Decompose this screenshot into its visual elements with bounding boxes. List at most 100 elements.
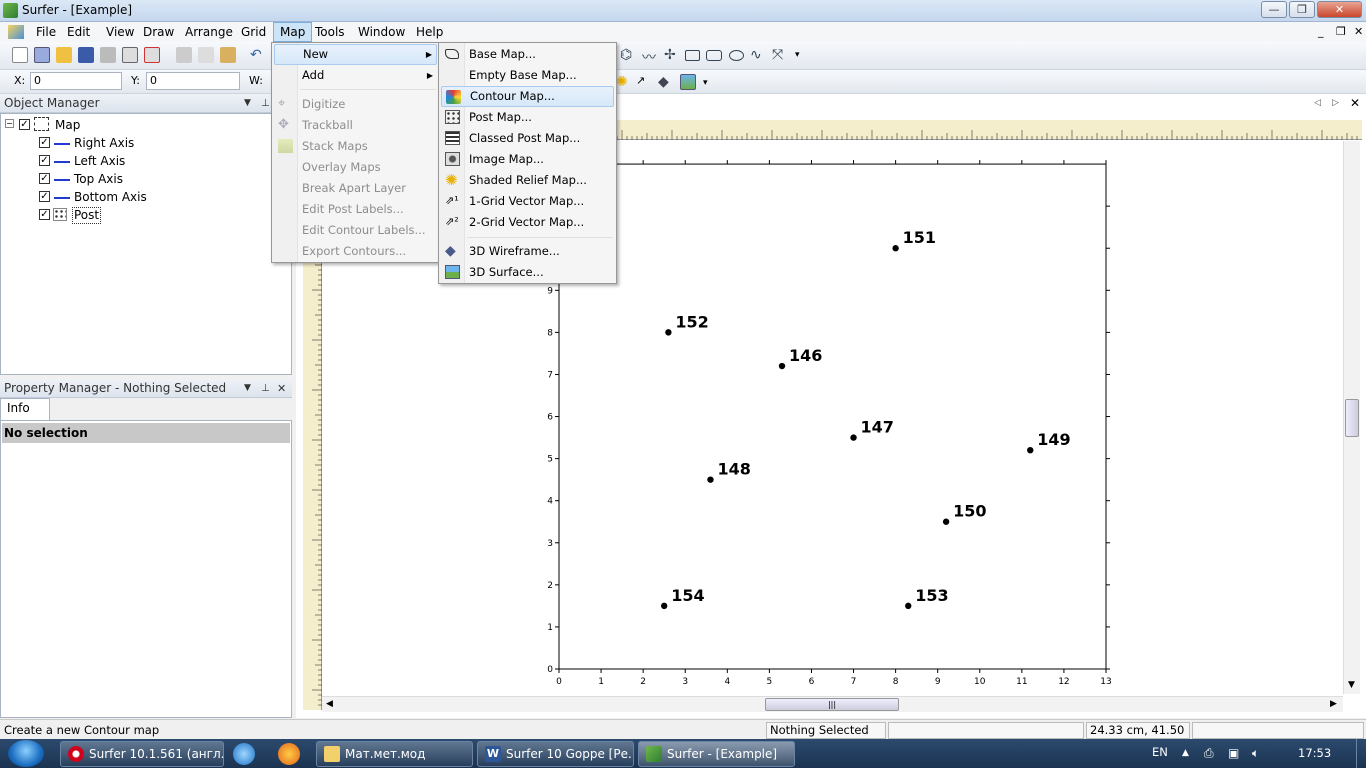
toolbar2-overflow-icon[interactable]: ▾	[703, 78, 708, 88]
menu-help[interactable]: Help	[410, 22, 449, 42]
menu-file[interactable]: File	[30, 22, 62, 42]
network-icon[interactable]: ▣	[1228, 746, 1239, 760]
tab-info[interactable]: Info	[0, 398, 50, 420]
mdi-close-button[interactable]: ✕	[1354, 25, 1363, 38]
tab-scroll-left-icon[interactable]: ◁	[1314, 98, 1321, 108]
checkbox-post[interactable]: ✓	[39, 209, 50, 220]
volume-icon[interactable]: 🔈︎	[1252, 746, 1259, 761]
close-button[interactable]: ✕	[1317, 1, 1362, 18]
taskbar-button-word[interactable]: W Surfer 10 Goppe [Ре...	[477, 741, 634, 767]
doc-icon[interactable]	[8, 25, 24, 39]
cut-icon[interactable]	[176, 47, 192, 63]
menu-item-overlay-maps[interactable]: Overlay Maps	[274, 157, 437, 178]
y-field[interactable]: 0	[146, 72, 240, 90]
checkbox-left-axis[interactable]: ✓	[39, 155, 50, 166]
menu-item-empty-base-map[interactable]: Empty Base Map...	[441, 65, 614, 86]
taskbar-button-opera[interactable]: Surfer 10.1.561 (англ...	[60, 741, 224, 767]
tree-node-top-axis[interactable]: ✓ Top Axis	[37, 170, 237, 188]
save-icon[interactable]	[78, 47, 94, 63]
tree-node-left-axis[interactable]: ✓ Left Axis	[37, 152, 237, 170]
show-hidden-icons-icon[interactable]: ▲	[1182, 748, 1189, 758]
polygon-icon[interactable]: ⌬	[620, 47, 636, 63]
menu-tools[interactable]: Tools	[309, 22, 351, 42]
show-desktop-button[interactable]	[1356, 739, 1366, 768]
tab-scroll-right-icon[interactable]: ▷	[1332, 98, 1339, 108]
surface-toolbar-icon[interactable]	[680, 74, 696, 90]
taskbar-button-surfer[interactable]: Surfer - [Example]	[638, 741, 795, 767]
ellipse-icon[interactable]	[729, 50, 744, 61]
rectangle-icon[interactable]	[685, 50, 700, 61]
menu-item-break-apart-layer[interactable]: Break Apart Layer	[274, 178, 437, 199]
menu-item-image-map[interactable]: Image Map...	[441, 149, 614, 170]
new-icon[interactable]	[12, 47, 28, 63]
firefox-icon[interactable]	[278, 743, 300, 765]
start-button[interactable]	[8, 740, 44, 767]
x-field[interactable]: 0	[30, 72, 122, 90]
menu-edit[interactable]: Edit	[61, 22, 96, 42]
menu-item-trackball[interactable]: ✥ Trackball	[274, 115, 437, 136]
menu-item-1-grid-vector-map[interactable]: ⇗¹ 1-Grid Vector Map...	[441, 191, 614, 212]
pin-icon[interactable]: ⊥	[261, 379, 270, 398]
open-icon[interactable]	[56, 47, 72, 63]
symbol-icon[interactable]: ✢	[664, 47, 680, 63]
tree-node-post[interactable]: ✓ Post	[37, 206, 237, 224]
scroll-right-icon[interactable]: ▶	[1330, 699, 1337, 709]
pin-icon[interactable]: ⊥	[261, 94, 270, 113]
menu-draw[interactable]: Draw	[137, 22, 180, 42]
copy-icon[interactable]	[198, 47, 214, 63]
menu-item-3d-wireframe[interactable]: ◆ 3D Wireframe...	[441, 241, 614, 262]
menu-item-stack-maps[interactable]: Stack Maps	[274, 136, 437, 157]
panel-close-icon[interactable]: ✕	[277, 379, 286, 398]
vertical-scroll-thumb[interactable]	[1345, 399, 1359, 437]
menu-window[interactable]: Window	[352, 22, 411, 42]
language-indicator[interactable]: EN	[1152, 745, 1168, 759]
tree-node-right-axis[interactable]: ✓ Right Axis	[37, 134, 237, 152]
toolbar-overflow-icon[interactable]: ▾	[795, 50, 800, 60]
undo-icon[interactable]: ↶	[250, 47, 266, 63]
mdi-restore-button[interactable]: ❐	[1336, 25, 1346, 38]
vertical-scrollbar[interactable]: ▼	[1343, 141, 1360, 694]
import-icon[interactable]	[122, 47, 138, 63]
scroll-down-icon[interactable]: ▼	[1348, 680, 1355, 690]
spline-icon[interactable]: ∿	[750, 47, 766, 63]
menu-map[interactable]: Map	[273, 22, 313, 42]
tree-node-bottom-axis[interactable]: ✓ Bottom Axis	[37, 188, 237, 206]
checkbox-map[interactable]: ✓	[19, 119, 30, 130]
maximize-button[interactable]: ❐	[1289, 1, 1315, 18]
menu-item-3d-surface[interactable]: 3D Surface...	[441, 262, 614, 283]
checkbox-top-axis[interactable]: ✓	[39, 173, 50, 184]
panel-menu-icon[interactable]: ▼	[244, 379, 251, 398]
taskbar-button-folder[interactable]: Мат.мет.мод	[316, 741, 473, 767]
panel-menu-icon[interactable]: ▼	[244, 94, 251, 113]
menu-item-export-contours[interactable]: Export Contours...	[274, 241, 437, 262]
mdi-minimize-button[interactable]: _	[1318, 25, 1324, 38]
reshape-icon[interactable]: ⤧	[772, 47, 788, 63]
menu-item-digitize[interactable]: ⌖ Digitize	[274, 94, 437, 115]
menu-item-new[interactable]: New ▶	[274, 44, 437, 65]
document-close-icon[interactable]: ✕	[1350, 96, 1360, 110]
rounded-rectangle-icon[interactable]	[706, 50, 722, 61]
shaded-relief-toolbar-icon[interactable]: ✺	[616, 74, 632, 90]
menu-item-contour-map[interactable]: Contour Map...	[441, 86, 614, 107]
menu-item-add[interactable]: Add ▶	[274, 65, 437, 86]
menu-item-2-grid-vector-map[interactable]: ⇗² 2-Grid Vector Map...	[441, 212, 614, 233]
clock[interactable]: 17:53	[1298, 746, 1331, 760]
internet-explorer-icon[interactable]	[233, 743, 255, 765]
vector-toolbar-icon[interactable]: ↗	[636, 74, 652, 90]
menu-item-post-map[interactable]: Post Map...	[441, 107, 614, 128]
checkbox-right-axis[interactable]: ✓	[39, 137, 50, 148]
paste-icon[interactable]	[220, 47, 236, 63]
minimize-button[interactable]: —	[1261, 1, 1287, 18]
device-icon[interactable]: ⎙	[1204, 746, 1214, 761]
wireframe-toolbar-icon[interactable]: ◆	[658, 74, 674, 90]
print-icon[interactable]	[100, 47, 116, 63]
new-worksheet-icon[interactable]	[34, 47, 50, 63]
checkbox-bottom-axis[interactable]: ✓	[39, 191, 50, 202]
export-icon[interactable]	[144, 47, 160, 63]
menu-view[interactable]: View	[100, 22, 140, 42]
menu-arrange[interactable]: Arrange	[179, 22, 239, 42]
surfer-app-icon[interactable]	[3, 3, 18, 18]
menu-item-classed-post-map[interactable]: Classed Post Map...	[441, 128, 614, 149]
menu-item-shaded-relief-map[interactable]: ✺ Shaded Relief Map...	[441, 170, 614, 191]
menu-grid[interactable]: Grid	[235, 22, 272, 42]
